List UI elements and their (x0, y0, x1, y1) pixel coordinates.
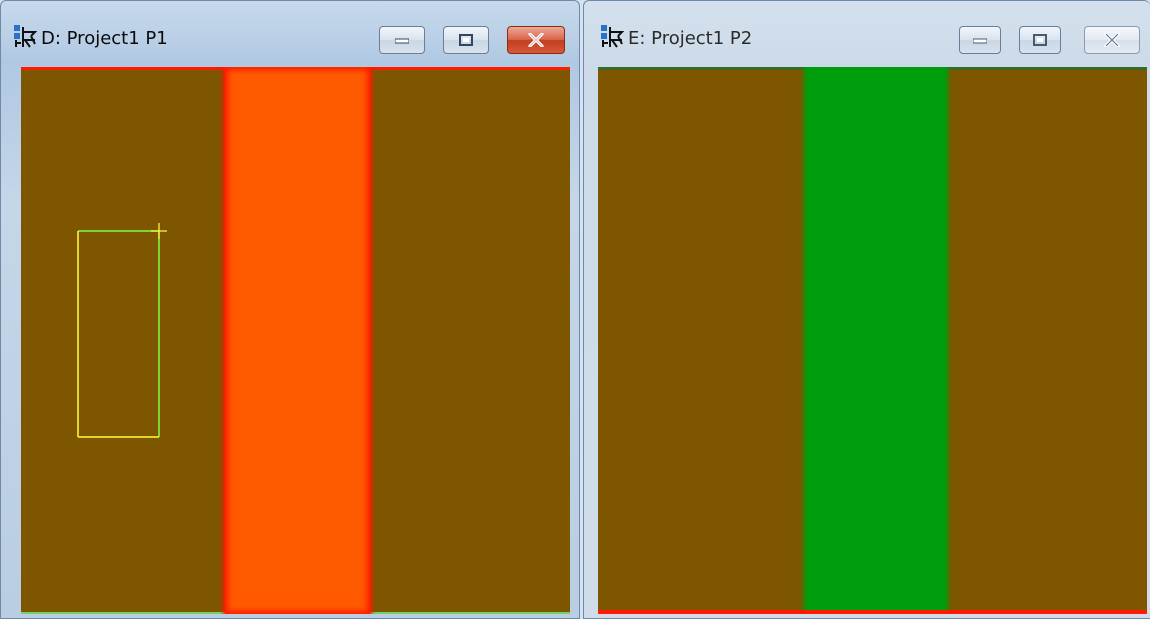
maximize-button[interactable] (443, 26, 489, 54)
minimize-button[interactable] (959, 26, 1001, 54)
window-title: E: Project1 P2 (628, 28, 753, 49)
window-d[interactable]: D: Project1 P1 (0, 0, 580, 619)
crosshair-cursor-icon (151, 223, 167, 239)
close-icon (528, 33, 544, 47)
title-bar[interactable]: E: Project1 P2 (584, 1, 1150, 63)
app-icon (13, 24, 38, 48)
maximize-button[interactable] (1019, 26, 1061, 54)
image-bottom-edge (598, 610, 1147, 614)
minimize-button[interactable] (379, 26, 425, 54)
window-title: D: Project1 P1 (41, 28, 168, 49)
maximize-icon (459, 34, 473, 46)
minimize-icon (395, 38, 409, 44)
selection-overlay[interactable] (21, 67, 570, 614)
image-canvas[interactable] (598, 67, 1147, 614)
image-canvas[interactable] (21, 67, 570, 614)
window-e[interactable]: E: Project1 P2 (583, 0, 1150, 619)
maximize-icon (1033, 34, 1047, 46)
title-bar[interactable]: D: Project1 P1 (1, 1, 579, 63)
close-icon (1104, 33, 1120, 47)
green-stripe (806, 67, 946, 614)
app-icon (600, 24, 625, 48)
minimize-icon (973, 38, 987, 44)
close-button[interactable] (1084, 26, 1140, 54)
close-button[interactable] (507, 26, 565, 54)
